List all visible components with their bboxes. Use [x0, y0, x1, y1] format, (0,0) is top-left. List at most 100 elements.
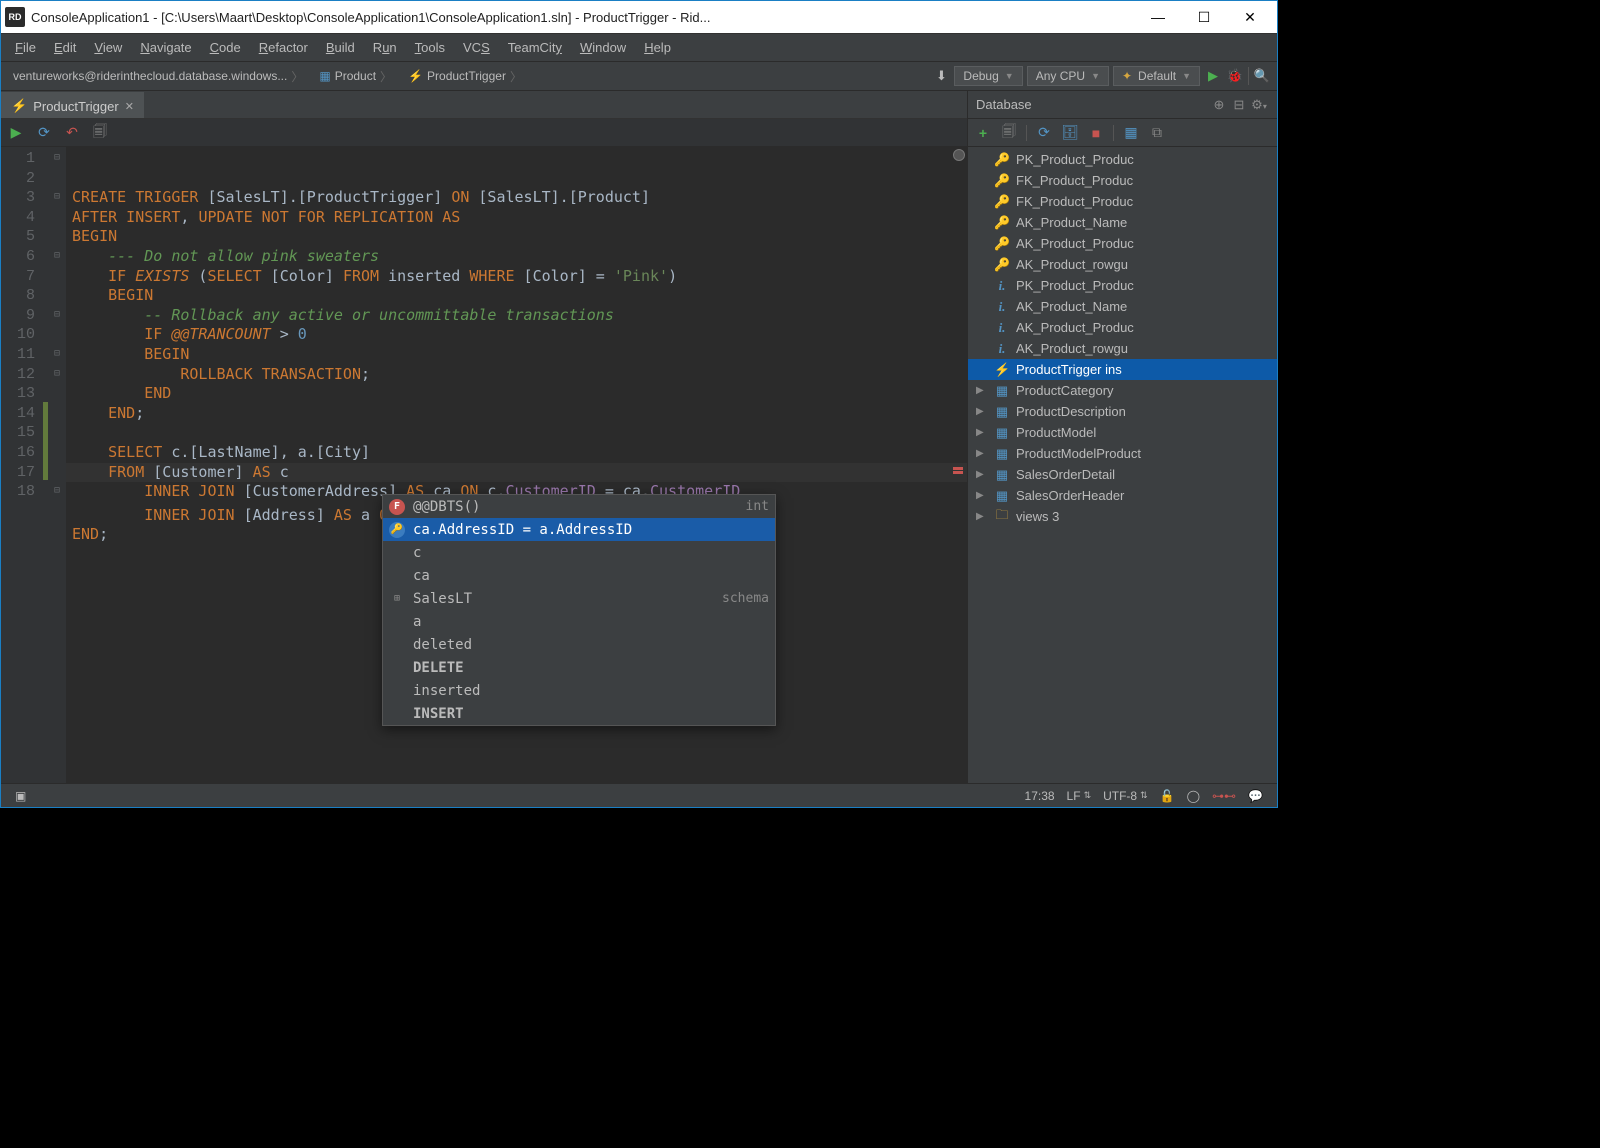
expand-icon[interactable]: ▶ — [976, 448, 988, 459]
expand-icon[interactable]: ▶ — [976, 469, 988, 480]
collapse-icon[interactable]: ⊟ — [1229, 97, 1249, 113]
key-icon: 🔑 — [389, 522, 405, 538]
table-view-button[interactable]: ▦ — [1122, 124, 1140, 142]
config-combo[interactable]: Debug▼ — [954, 66, 1022, 86]
db-tree-item[interactable]: ▶▦SalesOrderDetail — [968, 464, 1277, 485]
line-gutter[interactable]: 123456789101112131415161718 — [1, 147, 43, 783]
autocomplete-item[interactable]: ⊞SalesLTschema — [383, 587, 775, 610]
autocomplete-popup[interactable]: F@@DBTS()int🔑ca.AddressID = a.AddressIDc… — [382, 494, 776, 726]
caret-position[interactable]: 17:38 — [1019, 789, 1061, 803]
fold-gutter[interactable]: ⊟⊟⊟⊟⊟⊟⊟ — [48, 147, 66, 783]
expand-icon[interactable]: ▶ — [976, 385, 988, 396]
close-button[interactable]: ✕ — [1227, 2, 1273, 32]
table-icon: ▦ — [994, 488, 1010, 504]
lock-icon[interactable]: 🔓 — [1154, 789, 1181, 803]
menu-code[interactable]: Code — [202, 38, 249, 57]
expand-icon[interactable]: ▶ — [976, 490, 988, 501]
menu-tools[interactable]: Tools — [407, 38, 453, 57]
menu-refactor[interactable]: Refactor — [251, 38, 316, 57]
db-tree-item[interactable]: 🔑AK_Product_rowgu — [968, 254, 1277, 275]
db-tree-item[interactable]: 🔑AK_Product_Name — [968, 212, 1277, 233]
table-icon: ▦ — [994, 467, 1010, 483]
db-tree-item[interactable]: i.AK_Product_Name — [968, 296, 1277, 317]
tab-close-button[interactable]: ✕ — [125, 100, 134, 113]
refresh-button[interactable]: ⟳ — [1035, 124, 1053, 142]
table-icon: ▦ — [319, 69, 330, 83]
stop-button[interactable]: ■ — [1087, 124, 1105, 142]
build-icon[interactable]: ⬇ — [932, 67, 950, 85]
console-button[interactable]: ⧉ — [1148, 124, 1166, 142]
db-tree-item[interactable]: ⚡ProductTrigger ins — [968, 359, 1277, 380]
menu-navigate[interactable]: Navigate — [132, 38, 199, 57]
run-button[interactable]: ▶ — [1204, 67, 1222, 85]
tab-producttrigger[interactable]: ⚡ ProductTrigger ✕ — [1, 92, 144, 118]
db-tree-item[interactable]: ▶▦ProductDescription — [968, 401, 1277, 422]
add-datasource-button[interactable]: + — [974, 124, 992, 142]
maximize-button[interactable]: ☐ — [1181, 2, 1227, 32]
inspection-indicator[interactable] — [953, 149, 965, 161]
database-tree[interactable]: 🔑PK_Product_Produc🔑FK_Product_Produc🔑FK_… — [968, 147, 1277, 783]
export-button[interactable]: 🗐 — [91, 124, 109, 142]
menu-teamcity[interactable]: TeamCity — [500, 38, 570, 57]
autocomplete-item[interactable]: deleted — [383, 633, 775, 656]
expand-icon[interactable]: ▶ — [976, 406, 988, 417]
duplicate-button[interactable]: 🗐 — [1000, 124, 1018, 142]
db-tree-item[interactable]: i.AK_Product_rowgu — [968, 338, 1277, 359]
autocomplete-item[interactable]: inserted — [383, 679, 775, 702]
key-icon: 🔑 — [994, 194, 1010, 210]
search-button[interactable]: 🔍 — [1253, 67, 1271, 85]
menu-window[interactable]: Window — [572, 38, 634, 57]
key-icon: 🔑 — [994, 173, 1010, 189]
autocomplete-item[interactable]: ca — [383, 564, 775, 587]
trigger-icon: ⚡ — [994, 362, 1010, 378]
menu-file[interactable]: File — [7, 38, 44, 57]
db-tree-item[interactable]: i.PK_Product_Produc — [968, 275, 1277, 296]
db-tree-item[interactable]: 🔑FK_Product_Produc — [968, 191, 1277, 212]
refresh-button[interactable]: ⟳ — [35, 124, 53, 142]
encoding[interactable]: UTF-8⇅ — [1097, 789, 1154, 803]
breadcrumb-trigger[interactable]: ⚡ProductTrigger〉 — [402, 66, 528, 87]
key-icon: 🔑 — [994, 152, 1010, 168]
menu-edit[interactable]: Edit — [46, 38, 84, 57]
autocomplete-item[interactable]: 🔑ca.AddressID = a.AddressID — [383, 518, 775, 541]
minimize-button[interactable]: — — [1135, 2, 1181, 32]
autocomplete-item[interactable]: DELETE — [383, 656, 775, 679]
memory-indicator[interactable]: ⊶⊷ — [1206, 789, 1242, 803]
db-tree-item[interactable]: ▶▦ProductCategory — [968, 380, 1277, 401]
rollback-button[interactable]: ↶ — [63, 124, 81, 142]
autocomplete-item[interactable]: INSERT — [383, 702, 775, 725]
db-tree-item[interactable]: 🔑AK_Product_Produc — [968, 233, 1277, 254]
scroll-from-source-icon[interactable]: ⊕ — [1209, 97, 1229, 113]
menubar: File Edit View Navigate Code Refactor Bu… — [1, 33, 1277, 61]
menu-view[interactable]: View — [86, 38, 130, 57]
debug-button[interactable]: 🐞 — [1226, 67, 1244, 85]
index-icon: i. — [994, 341, 1010, 357]
db-tree-item[interactable]: 🔑FK_Product_Produc — [968, 170, 1277, 191]
breadcrumb-db[interactable]: ventureworks@riderinthecloud.database.wi… — [7, 66, 309, 87]
run-config-combo[interactable]: ✦Default▼ — [1113, 66, 1200, 86]
db-tree-item[interactable]: ▶▦SalesOrderHeader — [968, 485, 1277, 506]
menu-build[interactable]: Build — [318, 38, 363, 57]
expand-icon[interactable]: ▶ — [976, 511, 988, 522]
db-tree-item[interactable]: 🔑PK_Product_Produc — [968, 149, 1277, 170]
menu-help[interactable]: Help — [636, 38, 679, 57]
db-tree-item[interactable]: ▶🗀views 3 — [968, 506, 1277, 527]
expand-icon[interactable]: ▶ — [976, 427, 988, 438]
titlebar[interactable]: RD ConsoleApplication1 - [C:\Users\Maart… — [1, 1, 1277, 33]
platform-combo[interactable]: Any CPU▼ — [1027, 66, 1109, 86]
autocomplete-item[interactable]: c — [383, 541, 775, 564]
settings-icon[interactable]: ⚙▾ — [1249, 97, 1269, 113]
tool-windows-button[interactable]: ▣ — [9, 789, 32, 803]
autocomplete-item[interactable]: F@@DBTS()int — [383, 495, 775, 518]
line-ending[interactable]: LF⇅ — [1061, 789, 1098, 803]
notifications-icon[interactable]: 💬 — [1242, 789, 1269, 803]
autocomplete-item[interactable]: a — [383, 610, 775, 633]
menu-vcs[interactable]: VCS — [455, 38, 498, 57]
db-tree-item[interactable]: ▶▦ProductModel — [968, 422, 1277, 443]
sync-button[interactable]: 🗄 — [1061, 124, 1079, 142]
menu-run[interactable]: Run — [365, 38, 405, 57]
db-tree-item[interactable]: i.AK_Product_Produc — [968, 317, 1277, 338]
breadcrumb-table[interactable]: ▦Product〉 — [313, 66, 398, 87]
execute-button[interactable]: ▶ — [7, 124, 25, 142]
db-tree-item[interactable]: ▶▦ProductModelProduct — [968, 443, 1277, 464]
